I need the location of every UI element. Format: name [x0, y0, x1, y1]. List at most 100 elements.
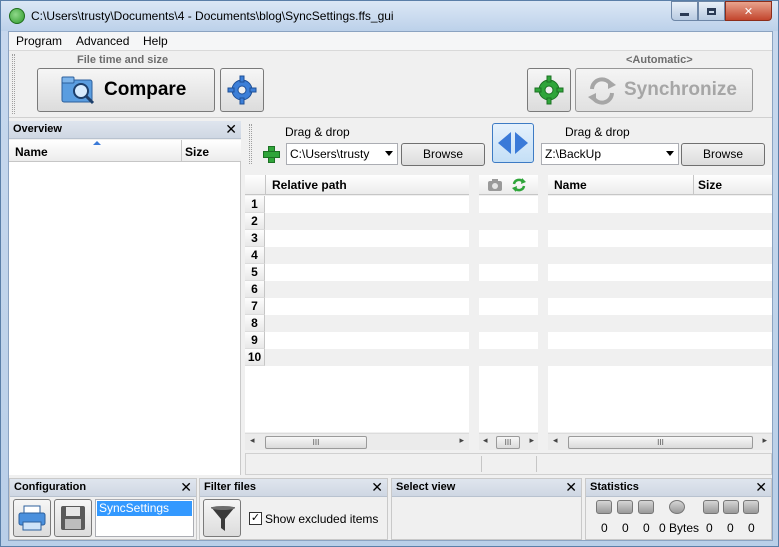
row-number[interactable]: 3 — [245, 230, 265, 247]
config-list-item[interactable]: SyncSettings — [97, 501, 192, 516]
column-separator — [181, 140, 182, 162]
show-excluded-label[interactable]: Show excluded items — [265, 512, 378, 526]
row-number[interactable]: 10 — [245, 349, 265, 366]
minimize-button[interactable] — [671, 1, 698, 21]
row-number[interactable]: 8 — [245, 315, 265, 332]
sync-arrows-icon — [588, 77, 616, 105]
select-view-panel-title: Select view ✕ — [392, 479, 581, 497]
middle-grid[interactable] — [479, 196, 538, 432]
table-row — [265, 315, 469, 332]
status-separator — [536, 456, 537, 472]
menu-advanced[interactable]: Advanced — [76, 34, 129, 48]
compare-label: Compare — [104, 79, 187, 100]
right-browse-button[interactable]: Browse — [681, 143, 765, 166]
toolbar-grip[interactable] — [12, 54, 15, 114]
create-right-icon — [743, 500, 759, 514]
right-folder-combo[interactable]: Z:\BackUp — [541, 143, 679, 165]
right-grid[interactable] — [548, 196, 772, 432]
scroll-left-icon[interactable]: ◂ — [250, 435, 255, 446]
stat-value: 0 Bytes — [659, 521, 700, 535]
camera-icon[interactable] — [487, 178, 503, 192]
left-folder-combo[interactable]: C:\Users\trusty — [286, 143, 398, 165]
right-grid-header: Name Size — [548, 175, 772, 195]
right-col-name[interactable]: Name — [554, 178, 587, 192]
overview-list[interactable] — [9, 162, 241, 475]
overview-col-name[interactable]: Name — [15, 145, 48, 159]
overview-col-size[interactable]: Size — [185, 145, 209, 159]
sync-variant-caption: <Automatic> — [626, 54, 693, 66]
close-button[interactable]: ✕ — [725, 1, 772, 21]
menu-help[interactable]: Help — [143, 34, 168, 48]
left-col-relative-path[interactable]: Relative path — [272, 178, 347, 192]
row-number[interactable]: 6 — [245, 281, 265, 298]
folder-bar-grip[interactable] — [249, 124, 252, 164]
arrow-right-icon — [515, 132, 528, 154]
row-number[interactable]: 5 — [245, 264, 265, 281]
table-row — [265, 213, 469, 230]
statistics-panel-title: Statistics ✕ — [586, 479, 771, 497]
table-row — [479, 247, 538, 264]
compare-settings-button[interactable] — [220, 68, 264, 112]
right-col-size[interactable]: Size — [698, 178, 722, 192]
update-left-icon — [617, 500, 633, 514]
config-list[interactable]: SyncSettings — [95, 499, 194, 537]
select-view-title: Select view — [396, 481, 456, 493]
close-icon[interactable]: ✕ — [755, 479, 767, 496]
maximize-button[interactable] — [698, 1, 725, 21]
compare-button[interactable]: Compare — [37, 68, 215, 112]
scroll-left-icon[interactable]: ◂ — [483, 435, 488, 446]
save-config-button[interactable] — [54, 499, 92, 537]
table-row — [548, 213, 772, 230]
sync-direction-icon[interactable] — [511, 177, 527, 193]
filter-panel-title: Filter files ✕ — [200, 479, 387, 497]
maximize-icon — [707, 7, 716, 15]
left-drag-drop-label: Drag & drop — [285, 125, 350, 139]
scroll-right-icon[interactable]: ▸ — [459, 435, 464, 446]
filter-button[interactable] — [203, 499, 241, 537]
create-left-icon — [596, 500, 612, 514]
delete-left-icon — [638, 500, 654, 514]
gear-icon — [534, 75, 564, 105]
close-icon[interactable]: ✕ — [225, 121, 237, 138]
funnel-icon — [211, 506, 235, 531]
table-row — [548, 315, 772, 332]
left-browse-button[interactable]: Browse — [401, 143, 485, 166]
swap-sides-button[interactable] — [492, 123, 534, 163]
row-number[interactable]: 2 — [245, 213, 265, 230]
overview-title: Overview — [13, 123, 62, 135]
row-number[interactable]: 4 — [245, 247, 265, 264]
menu-bar: Program Advanced Help — [9, 32, 772, 51]
scroll-thumb[interactable]: III — [265, 436, 367, 449]
compare-variant-caption: File time and size — [77, 54, 169, 66]
statistics-title: Statistics — [590, 481, 639, 493]
column-separator — [265, 175, 266, 195]
row-number[interactable]: 1 — [245, 196, 265, 213]
add-folder-pair-icon[interactable] — [262, 145, 280, 163]
row-number[interactable]: 9 — [245, 332, 265, 349]
middle-grid-header — [479, 175, 538, 195]
close-icon[interactable]: ✕ — [180, 479, 192, 496]
sync-settings-button[interactable] — [527, 68, 571, 112]
scroll-left-icon[interactable]: ◂ — [553, 435, 558, 446]
right-grid-hscroll[interactable]: ◂ III ▸ — [548, 433, 772, 450]
scroll-thumb[interactable]: III — [568, 436, 753, 449]
close-icon[interactable]: ✕ — [371, 479, 383, 496]
left-grid-hscroll[interactable]: ◂ III ▸ — [245, 433, 469, 450]
gear-icon — [227, 75, 257, 105]
middle-grid-hscroll[interactable]: ◂ III ▸ — [479, 433, 538, 450]
scroll-right-icon[interactable]: ▸ — [529, 435, 534, 446]
window-title: C:\Users\trusty\Documents\4 - Documents\… — [31, 9, 394, 23]
load-config-button[interactable] — [13, 499, 51, 537]
show-excluded-checkbox[interactable]: ✓ — [249, 512, 262, 525]
table-row — [265, 281, 469, 298]
menu-program[interactable]: Program — [16, 34, 62, 48]
left-grid[interactable]: 1 2 3 4 5 6 7 8 9 10 — [245, 196, 469, 432]
table-row — [479, 281, 538, 298]
scroll-right-icon[interactable]: ▸ — [762, 435, 767, 446]
column-separator — [693, 175, 694, 195]
synchronize-button[interactable]: Synchronize — [575, 68, 753, 112]
status-bar — [245, 453, 772, 475]
row-number[interactable]: 7 — [245, 298, 265, 315]
scroll-thumb[interactable]: III — [496, 436, 520, 449]
close-icon[interactable]: ✕ — [565, 479, 577, 496]
